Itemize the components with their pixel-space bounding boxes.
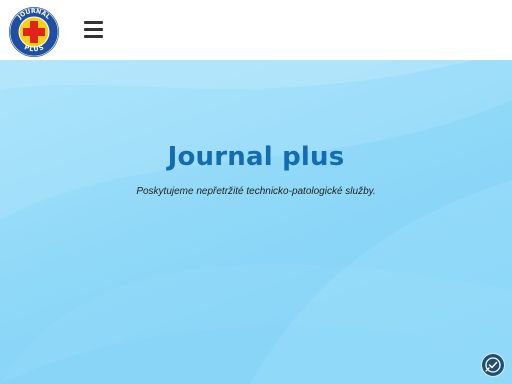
logo-cross-horizontal [23,28,45,36]
hamburger-menu-button[interactable] [82,16,108,42]
accessibility-widget-button[interactable] [482,354,504,376]
page-title: Journal plus [167,142,345,172]
hero-subtitle: Poskytujeme nepřetržité technicko-patolo… [136,186,376,197]
hamburger-menu-icon-line [84,21,103,24]
hero-section: Journal plus Poskytujeme nepřetržité tec… [0,60,512,384]
top-navigation-bar: JOURNAL PLUS [0,0,512,60]
hero-background-waves [0,60,512,384]
accessibility-check-icon [485,357,501,373]
hamburger-menu-icon-line [84,35,103,38]
hamburger-menu-icon-line [84,28,103,31]
page: JOURNAL PLUS Journal plus Poskytujeme ne… [0,0,512,384]
journal-plus-logo[interactable]: JOURNAL PLUS [8,6,60,58]
